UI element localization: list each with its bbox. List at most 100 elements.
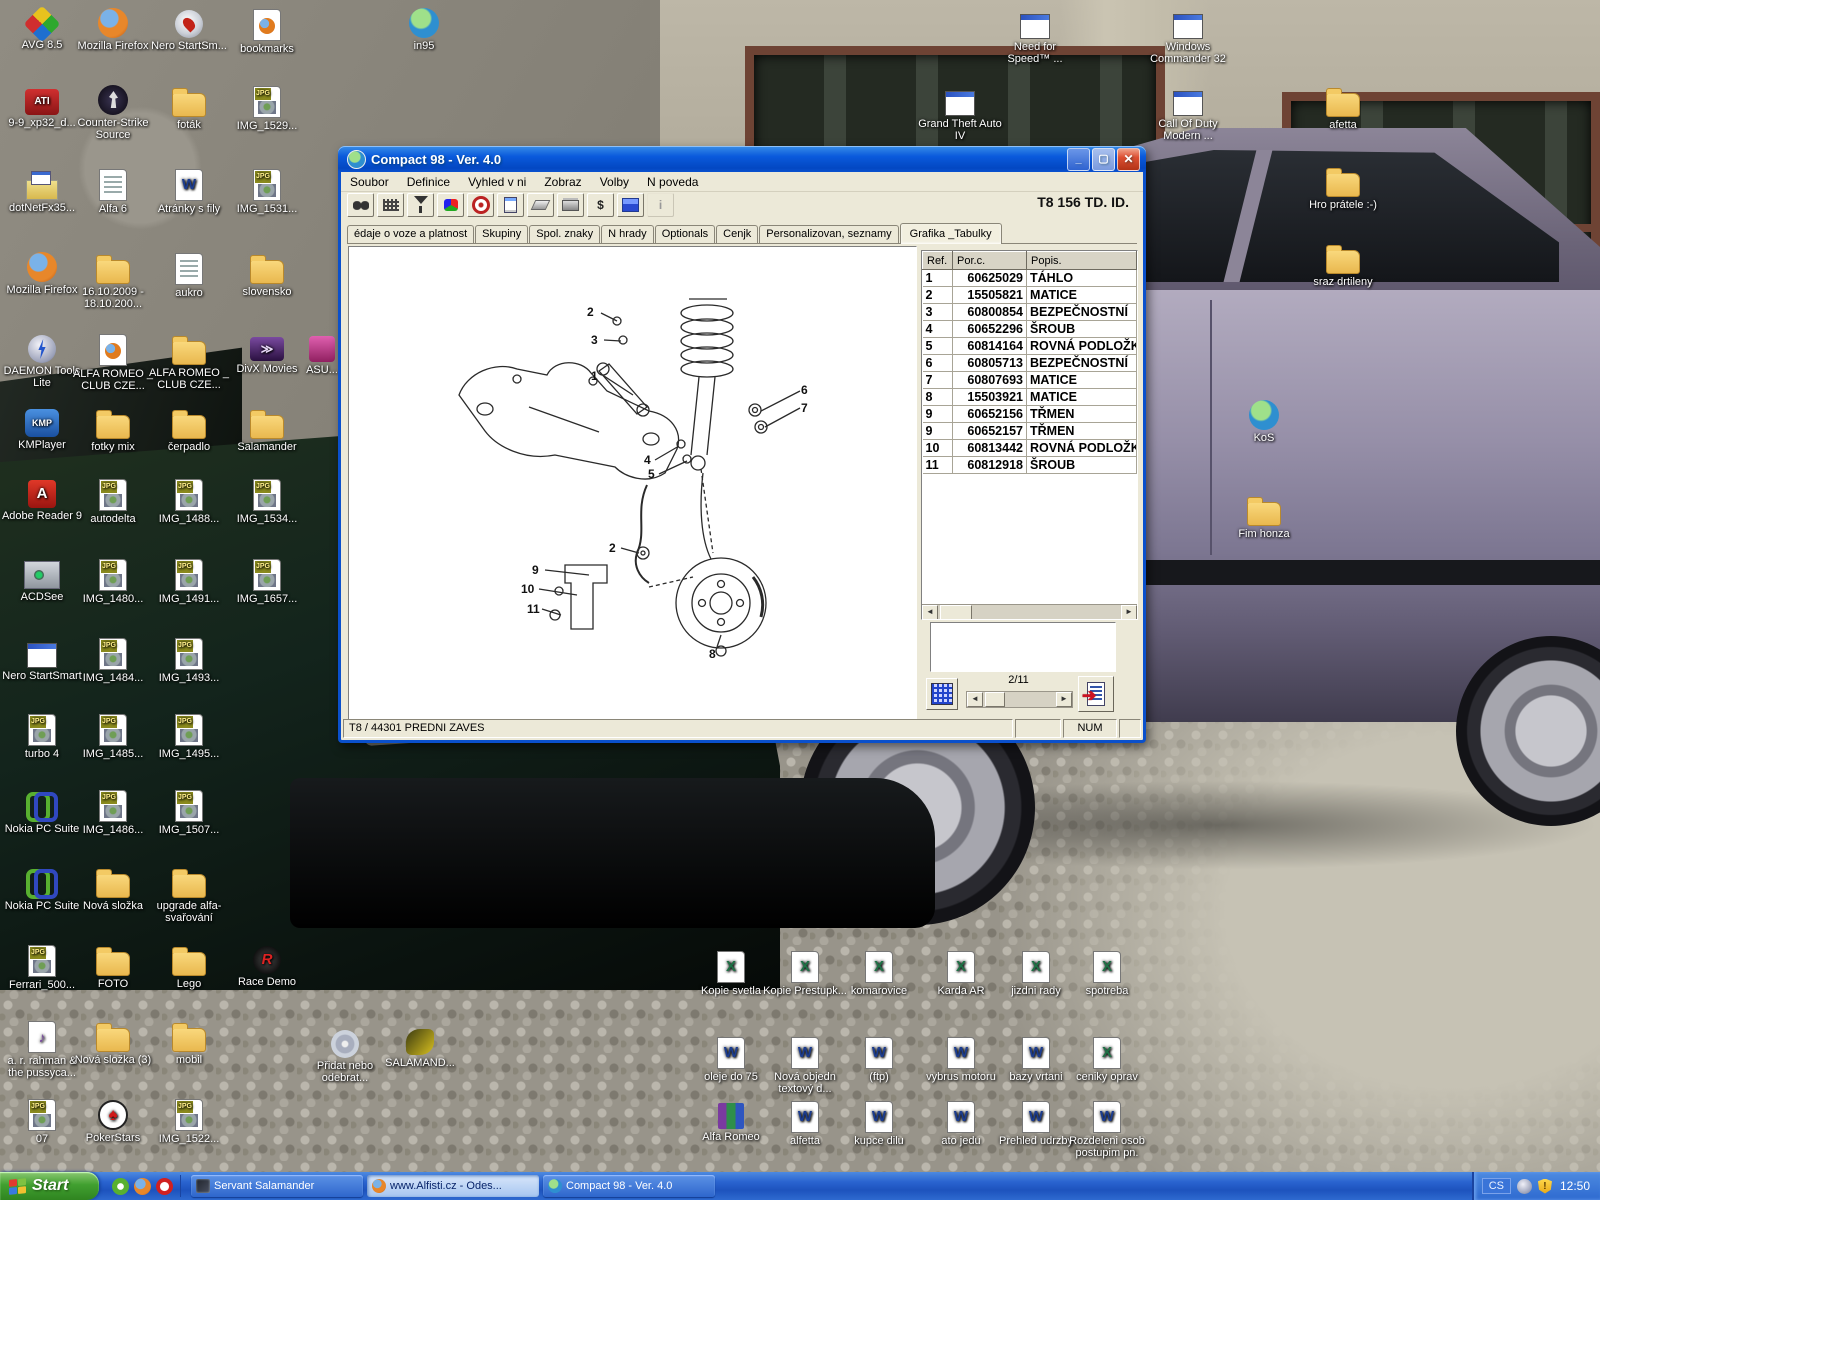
desktop-icon[interactable]: sraz drtileny [1301,242,1385,288]
toolbar-button[interactable] [557,193,584,217]
desktop-icon[interactable]: Alfa 6 [71,168,155,215]
desktop-icon[interactable]: IMG_1529... [225,85,309,132]
desktop-icon[interactable]: Need for Speed™ ... [993,8,1077,65]
desktop-icon[interactable]: FOTO [71,944,155,990]
desktop-icon[interactable]: IMG_1522... [147,1098,231,1145]
tray-daemon-icon[interactable] [1517,1179,1532,1194]
desktop-icon[interactable]: Nová složka [71,866,155,912]
desktop-icon[interactable]: Call Of Duty Modern ... [1146,85,1230,142]
table-row[interactable]: 3 60800854 BEZPEČNOSTNÍ [923,304,1137,321]
desktop-icon[interactable]: W oleje do 75 [689,1036,773,1083]
toolbar-button[interactable] [467,193,494,217]
desktop-icon[interactable]: W vybrus motoru [919,1036,1003,1083]
table-row[interactable]: 9 60652156 TŘMEN [923,406,1137,423]
parts-table-header[interactable]: Ref. [923,252,953,270]
tab[interactable]: Spol. znaky [529,225,600,243]
scroll-right-arrow-icon[interactable]: ► [1121,605,1137,620]
desktop-icon[interactable]: IMG_1484... [71,637,155,684]
desktop-icon[interactable]: W kupce dilu [837,1100,921,1147]
tab[interactable]: Cenjk [716,225,758,243]
quicklaunch-firefox-icon[interactable] [134,1178,151,1195]
desktop-icon[interactable]: IMG_1485... [71,713,155,760]
menu-item[interactable]: Volby [591,173,638,191]
toolbar-button[interactable] [377,193,404,217]
page-prev-arrow-icon[interactable]: ◄ [967,692,983,707]
tab[interactable]: édaje o voze a platnost [347,225,474,243]
desktop-icon[interactable]: 16.10.2009 - 18.10.200... [71,252,155,310]
menu-item[interactable]: Zobraz [535,173,590,191]
toolbar-button[interactable] [347,193,374,217]
desktop-icon[interactable]: foták [147,85,231,131]
close-button[interactable]: ✕ [1117,148,1140,171]
desktop-icon[interactable]: in95 [382,8,466,52]
desktop-icon[interactable]: upgrade alfa-svařování [147,866,231,924]
parts-table-header[interactable]: Por.c. [953,252,1027,270]
taskbar-task[interactable]: www.Alfisti.cz - Odes... [367,1175,539,1197]
desktop-icon[interactable]: R Race Demo [225,944,309,988]
page-slider-thumb[interactable] [985,692,1005,707]
desktop-icon[interactable]: W Atránky s fily [147,168,231,215]
desktop-icon[interactable]: X spotreba [1065,950,1149,997]
desktop-icon[interactable]: Nero StartSm... [147,8,231,52]
desktop-icon[interactable]: Fim honza [1222,494,1306,540]
toolbar-button[interactable] [497,193,524,217]
table-row[interactable]: 11 60812918 ŠROUB [923,457,1137,474]
desktop-icon[interactable]: X komarovice [837,950,921,997]
desktop-icon[interactable]: X Kopie Prestupk... [763,950,847,997]
table-row[interactable]: 1 60625029 TÁHLO [923,270,1137,287]
desktop-icon[interactable]: W alfetta [763,1100,847,1147]
desktop-icon[interactable]: Mozilla Firefox [71,8,155,52]
desktop-icon[interactable]: autodelta [71,478,155,525]
desktop-icon[interactable]: ALFA ROMEO _ CLUB CZE... [71,333,155,392]
table-row[interactable]: 8 15503921 MATICE [923,389,1137,406]
menu-item[interactable]: Definice [398,173,459,191]
desktop-icon[interactable]: mobil [147,1020,231,1066]
scroll-left-arrow-icon[interactable]: ◄ [922,605,938,620]
desktop-icon[interactable]: Hro prátele :-) [1301,165,1385,211]
start-button[interactable]: Start [0,1172,99,1200]
notes-box[interactable] [930,622,1116,672]
table-row[interactable]: 6 60805713 BEZPEČNOSTNÍ [923,355,1137,372]
desktop-icon[interactable]: aukro [147,252,231,299]
desktop-icon[interactable]: Grand Theft Auto IV [918,85,1002,142]
tab[interactable]: N hrady [601,225,654,243]
desktop-icon[interactable]: IMG_1486... [71,789,155,836]
desktop-icon[interactable]: Přidat nebo odebrat... [303,1028,387,1084]
desktop-icon[interactable]: bookmarks [225,8,309,55]
desktop-icon[interactable]: ♠ PokerStars [71,1098,155,1144]
desktop-icon[interactable]: X Karda AR [919,950,1003,997]
desktop-icon[interactable]: fotky mix [71,407,155,453]
menu-item[interactable]: Soubor [341,173,398,191]
table-row[interactable]: 2 15505821 MATICE [923,287,1137,304]
grid-view-button[interactable] [926,678,958,710]
desktop-icon[interactable]: IMG_1534... [225,478,309,525]
table-row[interactable]: 10 60813442 ROVNÁ PODLOŽKA [923,440,1137,457]
table-row[interactable]: 4 60652296 ŠROUB [923,321,1137,338]
desktop-icon[interactable]: X ceniky oprav [1065,1036,1149,1083]
desktop-icon[interactable]: afetta [1301,85,1385,131]
desktop-icon[interactable]: Windows Commander 32 [1146,8,1230,65]
desktop-icon[interactable]: W Nová objedn textový d... [763,1036,847,1095]
quicklaunch-opera-icon[interactable] [156,1178,173,1195]
page-next-arrow-icon[interactable]: ► [1056,692,1072,707]
tab[interactable]: Optionals [655,225,715,243]
export-page-button[interactable]: ➔ [1078,676,1114,712]
menu-item[interactable]: Vyhled v ni [459,173,535,191]
desktop-icon[interactable]: IMG_1495... [147,713,231,760]
desktop-icon[interactable]: Counter-Strike Source [71,85,155,141]
desktop-icon[interactable]: IMG_1491... [147,558,231,605]
tab[interactable]: Personalizovan, seznamy [759,225,898,243]
desktop-icon[interactable]: KoS [1222,400,1306,444]
language-indicator[interactable]: CS [1482,1178,1511,1194]
table-row[interactable]: 7 60807693 MATICE [923,372,1137,389]
table-row[interactable]: 9 60652157 TŘMEN [923,423,1137,440]
table-row[interactable]: 5 60814164 ROVNÁ PODLOŽKA [923,338,1137,355]
menu-item[interactable]: N poveda [638,173,707,191]
quicklaunch-icq-icon[interactable] [112,1178,129,1195]
desktop-icon[interactable]: IMG_1657... [225,558,309,605]
page-slider[interactable]: ◄ ► [966,691,1073,708]
desktop-icon[interactable]: ALFA ROMEO _ CLUB CZE... [147,333,231,391]
desktop-icon[interactable]: Lego [147,944,231,990]
desktop-icon[interactable]: Alfa Romeo [689,1100,773,1143]
desktop-icon[interactable]: IMG_1493... [147,637,231,684]
